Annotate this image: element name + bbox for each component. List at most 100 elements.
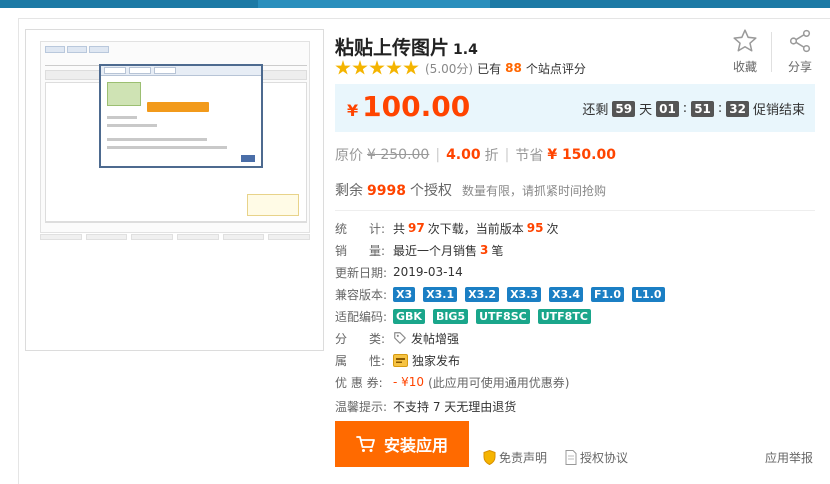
screenshot-status [45,222,307,230]
top-bar-segment [0,0,258,8]
detail-key: 适配编码: [335,309,388,324]
rating-prefix: 已有 [477,61,502,76]
countdown-minutes: 51 [691,100,714,117]
countdown-prefix: 还剩 [582,103,609,118]
star-icon [369,60,385,75]
updated-date: 2019-03-14 [393,265,463,279]
countdown-hours: 01 [656,100,679,117]
detail-row-sales: 销量: 最近一个月销售 3 笔 [335,241,503,259]
remain-suffix: 个授权 [409,183,452,199]
encoding-tag: UTF8TC [537,308,591,324]
favorite-label: 收藏 [732,60,757,74]
compat-tag: X3.4 [549,286,584,302]
detail-row-tip: 温馨提示: 不支持 7 天无理由退货 [335,397,516,415]
sales-text: 最近一个月销售 [393,243,478,258]
action-divider [771,32,772,72]
rating-suffix: 个站点评分 [525,61,586,76]
remain-prefix: 剩余 [335,183,363,199]
product-version: 1.4 [453,42,478,58]
countdown-days: 59 [612,100,636,117]
star-icon [403,60,419,75]
detail-row-category: 分类: 发帖增强 [335,329,459,347]
share-icon [789,29,811,53]
stats-downloads: 97 [408,221,425,235]
discount-row: 原价 ¥ 250.00 | 4.00 折 | 节省 ¥ 150.00 [335,145,616,165]
detail-key: 温馨提示: [335,399,388,414]
countdown-day-label: 天 [639,103,653,118]
top-accent-bar [0,0,830,8]
compat-tag: L1.0 [632,286,665,302]
product-title: 粘贴上传图片 1.4 [335,33,478,60]
share-label: 分享 [787,60,812,74]
countdown-suffix: 促销结束 [752,103,805,118]
stats-text: 次下载，当前版本 [427,221,524,236]
remain-count: 9998 [367,183,406,199]
report-link[interactable]: 应用举报 [765,449,813,466]
rating-stars [335,60,419,76]
disclaimer-link[interactable]: 免责声明 [483,449,547,466]
star-outline-icon [733,29,757,52]
detail-key: 属性: [335,353,385,368]
stats-text: 次 [546,221,559,236]
star-icon [335,60,351,75]
rating-count: 88 [505,61,522,75]
stats-text: 共 [393,221,406,236]
detail-row-updated: 更新日期: 2019-03-14 [335,263,463,281]
shield-icon [483,450,496,465]
discount-sep: | [435,147,441,163]
detail-row-attribute: 属性: 独家发布 [335,351,460,369]
detail-key: 兼容版本: [335,287,388,302]
product-screenshot-frame[interactable] [25,29,324,351]
discount-rate: 4.00 [446,147,481,163]
price-value: 100.00 [362,90,471,123]
screenshot-tabs [45,46,109,54]
orig-price: ¥ 250.00 [367,147,430,163]
save-amount: ¥ 150.00 [547,147,616,163]
exclusive-badge-icon [393,353,408,367]
sales-text: 笔 [491,243,504,258]
cart-icon [356,436,375,452]
compat-tag: X3.1 [423,286,458,302]
favorite-button[interactable]: 收藏 [727,28,763,75]
detail-key: 分类: [335,331,385,346]
detail-row-coupon: 优 惠 券: - ¥10 (此应用可使用通用优惠券) [335,373,569,391]
save-label: 节省 [515,148,544,164]
disclaimer-label: 免责声明 [499,451,548,465]
detail-row-encoding: 适配编码: GBK BIG5 UTF8SC UTF8TC [335,307,599,325]
countdown-sep: : [682,101,688,116]
encoding-tag: GBK [393,308,425,324]
orig-price-label: 原价 [335,148,363,164]
top-bar-segment [490,0,830,8]
install-app-button[interactable]: 安装应用 [335,421,469,467]
encoding-tag: UTF8SC [476,308,530,324]
remaining-licenses: 剩余 9998 个授权 数量有限，请抓紧时间抢购 [335,180,606,200]
rating: (5.00分) 已有 88 个站点评分 [335,58,586,78]
countdown-seconds: 32 [726,100,749,117]
screenshot-dialog [99,64,263,168]
license-link[interactable]: 授权协议 [565,449,628,466]
attribute-value: 独家发布 [412,353,461,368]
compat-tag: X3.2 [465,286,500,302]
share-button[interactable]: 分享 [780,28,820,75]
currency-symbol: ¥ [347,101,359,120]
discount-rate-unit: 折 [484,148,499,164]
current-price: ¥100.00 [347,90,470,123]
encoding-tag: BIG5 [432,308,469,324]
category-link[interactable]: 发帖增强 [411,330,459,347]
document-icon [565,450,577,465]
license-label: 授权协议 [580,451,629,465]
compat-tag: X3 [393,286,416,302]
product-screenshot [40,41,310,233]
tag-icon [394,332,406,344]
section-divider [335,210,815,211]
install-label: 安装应用 [383,436,448,455]
remain-hint: 数量有限，请抓紧时间抢购 [461,184,606,198]
promo-countdown: 还剩 59 天 01 : 51 : 32 促销结束 [582,99,805,118]
detail-key: 更新日期: [335,265,388,280]
detail-row-compat: 兼容版本: X3 X3.1 X3.2 X3.3 X3.4 F1.0 L1.0 [335,285,673,303]
price-panel: ¥100.00 还剩 59 天 01 : 51 : 32 促销结束 [335,84,815,132]
detail-row-stats: 统计: 共 97 次下载，当前版本 95 次 [335,219,558,237]
footer-links: 免责声明 授权协议 [483,449,628,466]
detail-key: 销量: [335,243,385,258]
coupon-note: (此应用可使用通用优惠券) [428,375,570,390]
